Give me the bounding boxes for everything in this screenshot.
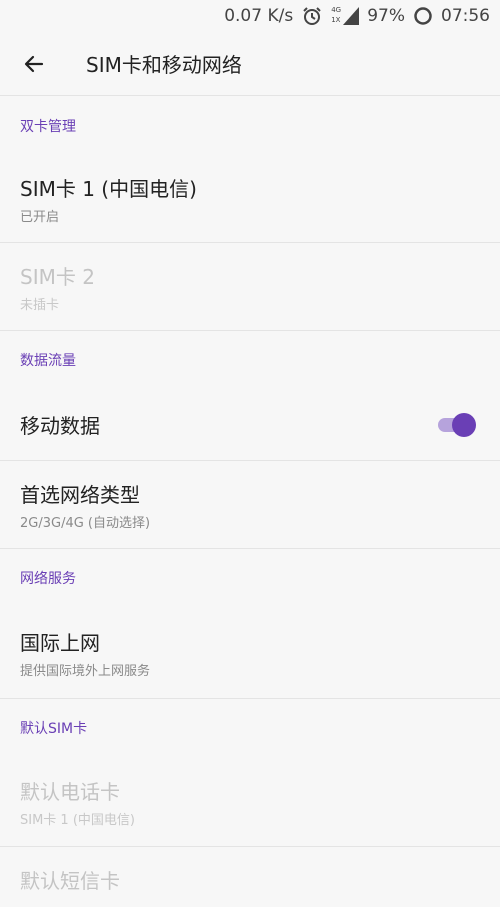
default-call-card-row: 默认电话卡 SIM卡 1 (中国电信) [0,757,500,847]
sim1-title: SIM卡 1 (中国电信) [20,177,197,201]
signal-label-top: 4G [331,6,342,14]
sim2-subtitle: 未插卡 [20,297,60,313]
default-sms-card-row: 默认短信卡 [0,847,500,907]
network-type-title: 首选网络类型 [20,482,140,507]
section-header-dual-sim: 双卡管理 [20,119,76,135]
sim2-title: SIM卡 2 [20,264,95,289]
section-header-default-sim: 默认SIM卡 [20,721,88,737]
mobile-data-title: 移动数据 [20,414,100,438]
signal-icon: 4G 1X [331,5,360,27]
roaming-subtitle: 提供国际境外上网服务 [20,663,151,679]
battery-percent: 97% [367,6,405,26]
toggle-thumb [452,412,476,437]
settings-list: 双卡管理 SIM卡 1 (中国电信) 已开启 SIM卡 2 未插卡 数据流量 移… [0,96,500,907]
sim1-row[interactable]: SIM卡 1 (中国电信) 已开启 [0,156,500,243]
page-title: SIM卡和移动网络 [86,53,242,77]
roaming-title: 国际上网 [20,630,100,655]
toolbar: SIM卡和移动网络 [0,32,500,96]
sim2-row: SIM卡 2 未插卡 [0,243,500,331]
network-type-subtitle: 2G/3G/4G (自动选择) [20,515,151,531]
net-speed: 0.07 K/s [224,6,294,26]
arrow-left-icon [24,55,44,72]
signal-label-bottom: 1X [331,16,341,24]
default-call-card-title: 默认电话卡 [20,779,120,804]
default-sms-card-title: 默认短信卡 [20,869,120,893]
battery-ring-icon [413,6,433,26]
roaming-row[interactable]: 国际上网 提供国际境外上网服务 [0,607,500,699]
network-type-row[interactable]: 首选网络类型 2G/3G/4G (自动选择) [0,461,500,549]
mobile-data-row[interactable]: 移动数据 [0,389,500,461]
alarm-clock-icon [301,5,323,27]
back-button[interactable] [16,46,52,82]
status-bar: 0.07 K/s 4G 1X 97% 07:56 [0,0,500,32]
section-header-data: 数据流量 [20,353,76,369]
sim1-subtitle: 已开启 [20,210,60,225]
mobile-data-toggle[interactable] [438,412,476,437]
section-header-network-service: 网络服务 [20,571,76,587]
default-call-card-subtitle: SIM卡 1 (中国电信) [20,812,135,828]
clock-time: 07:56 [441,6,490,26]
